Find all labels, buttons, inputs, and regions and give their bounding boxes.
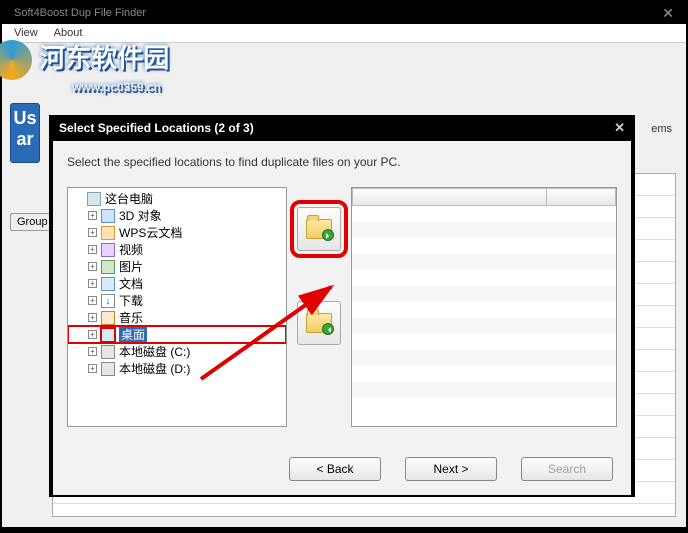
main-window: Soft4Boost Dup File Finder ✕ View About … [0, 0, 688, 533]
folder-icon [306, 219, 332, 239]
tree-node-label: 这台电脑 [105, 190, 153, 207]
watermark-text: 河东软件园 [39, 43, 169, 73]
tree-node-label: 视频 [119, 241, 143, 258]
wizard-buttons: < Back Next > Search [289, 457, 613, 481]
expand-icon [74, 194, 83, 203]
transfer-buttons [297, 187, 341, 427]
disk-icon [101, 362, 115, 376]
tree-node-disk[interactable]: + 本地磁盘 (C:) [68, 343, 286, 360]
watermark-icon [0, 40, 32, 80]
search-button: Search [521, 457, 613, 481]
arrow-forward-icon [322, 229, 334, 241]
tree-node-img[interactable]: + 图片 [68, 258, 286, 275]
tree-node-label: 图片 [119, 258, 143, 275]
img-icon [101, 260, 115, 274]
tree-node-down[interactable]: + ↓ 下载 [68, 292, 286, 309]
expand-icon[interactable]: + [88, 262, 97, 271]
watermark: 河东软件园 www.pc0359.cn [0, 38, 169, 94]
tree-node-music[interactable]: + 音乐 [68, 309, 286, 326]
folder-tree[interactable]: 这台电脑+3D 对象+WPS云文档+视频+图片+文档+↓下载+音乐+桌面+本地磁… [67, 187, 287, 427]
expand-icon[interactable]: + [88, 211, 97, 220]
tree-node-3d[interactable]: +3D 对象 [68, 207, 286, 224]
tree-node-label: 本地磁盘 (C:) [119, 343, 190, 360]
add-location-button[interactable] [297, 207, 341, 251]
tree-node-wps[interactable]: + WPS云文档 [68, 224, 286, 241]
tree-node-label: 音乐 [119, 309, 143, 326]
tree-node-desk[interactable]: + 桌面 [68, 326, 286, 343]
expand-icon[interactable]: + [88, 364, 97, 373]
music-icon [101, 311, 115, 325]
tree-node-label: 下载 [119, 292, 143, 309]
expand-icon[interactable]: + [88, 347, 97, 356]
left-panel-fragment: Usar [10, 103, 40, 163]
tree-node-doc[interactable]: + 文档 [68, 275, 286, 292]
dialog-instruction: Select the specified locations to find d… [67, 155, 617, 169]
expand-icon[interactable]: + [88, 228, 97, 237]
back-button[interactable]: < Back [289, 457, 381, 481]
tree-node-video[interactable]: + 视频 [68, 241, 286, 258]
tree-node-label: 文档 [119, 275, 143, 292]
tree-node-label: 桌面 [119, 326, 147, 343]
dialog-body: Select the specified locations to find d… [53, 141, 631, 495]
items-label-fragment: ems [651, 123, 672, 135]
locations-dialog: Select Specified Locations (2 of 3) ✕ Se… [49, 115, 635, 497]
remove-location-button[interactable] [297, 301, 341, 345]
arrow-back-icon [322, 323, 334, 335]
desk-icon [101, 328, 115, 342]
dialog-close-icon[interactable]: ✕ [614, 120, 625, 136]
pc-icon [87, 192, 101, 206]
tree-node-label: 本地磁盘 (D:) [119, 360, 190, 377]
close-icon[interactable]: ✕ [662, 5, 674, 22]
group-button[interactable]: Group [10, 213, 55, 231]
next-button[interactable]: Next > [405, 457, 497, 481]
expand-icon[interactable]: + [88, 330, 97, 339]
expand-icon[interactable]: + [88, 279, 97, 288]
watermark-url: www.pc0359.cn [72, 80, 169, 94]
expand-icon[interactable]: + [88, 245, 97, 254]
tree-node-disk[interactable]: + 本地磁盘 (D:) [68, 360, 286, 377]
video-icon [101, 243, 115, 257]
main-body: 河东软件园 www.pc0359.cn Usar Group ems Selec… [2, 43, 686, 527]
folder-icon [306, 313, 332, 333]
dialog-titlebar: Select Specified Locations (2 of 3) ✕ [49, 115, 635, 141]
tree-node-label: WPS云文档 [119, 224, 182, 241]
dialog-title: Select Specified Locations (2 of 3) [59, 121, 254, 135]
expand-icon[interactable]: + [88, 296, 97, 305]
tree-node-label: 3D 对象 [119, 207, 162, 224]
main-window-titlebar: Soft4Boost Dup File Finder ✕ [2, 2, 686, 24]
3d-icon [101, 209, 115, 223]
selected-locations-list[interactable] [351, 187, 617, 427]
main-window-title: Soft4Boost Dup File Finder [14, 7, 146, 19]
down-icon: ↓ [101, 294, 115, 308]
tree-node-pc[interactable]: 这台电脑 [68, 190, 286, 207]
expand-icon[interactable]: + [88, 313, 97, 322]
disk-icon [101, 345, 115, 359]
doc-icon [101, 277, 115, 291]
wps-icon [101, 226, 115, 240]
selected-list-header [352, 188, 616, 206]
